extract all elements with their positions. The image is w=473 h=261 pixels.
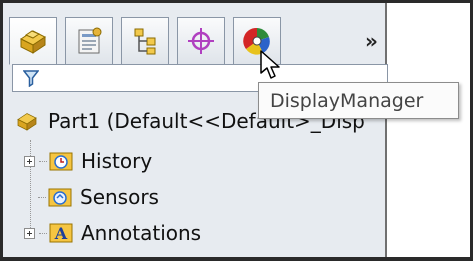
part-icon [17, 113, 37, 131]
sensors-icon [48, 188, 72, 207]
tree-item-label: History [81, 149, 153, 173]
expand-toggle[interactable] [24, 155, 35, 167]
tree-item-history[interactable]: History [24, 144, 152, 178]
tooltip: DisplayManager [258, 82, 459, 119]
manager-tab-bar: » [9, 9, 383, 67]
tree-item-label: Annotations [81, 221, 202, 245]
part-icon [20, 30, 46, 54]
configuration-icon [134, 28, 156, 55]
tree-item-sensors[interactable]: Sensors [38, 180, 159, 214]
propertymanager-tab[interactable] [65, 17, 113, 65]
tree-branch-line [39, 232, 47, 234]
filter-icon[interactable] [23, 69, 39, 87]
more-tabs-chevron[interactable]: » [365, 31, 378, 51]
mouse-cursor-icon [260, 50, 280, 79]
dimxpertmanager-tab[interactable] [177, 17, 225, 65]
tree-item-annotations[interactable]: A Annotations [24, 216, 201, 250]
featuremanager-design-tree-tab[interactable] [9, 17, 57, 65]
expand-toggle[interactable] [24, 227, 35, 239]
tree-item-label: Sensors [80, 185, 159, 209]
graphics-area[interactable] [387, 3, 470, 257]
annotations-icon: A [49, 223, 73, 243]
svg-text:A: A [54, 224, 68, 243]
property-sheet-icon [78, 27, 102, 54]
history-icon [49, 152, 73, 171]
crosshair-target-icon [188, 28, 214, 54]
configurationmanager-tab[interactable] [121, 17, 169, 65]
tree-branch-line [39, 160, 47, 162]
tree-branch-line [38, 196, 46, 198]
